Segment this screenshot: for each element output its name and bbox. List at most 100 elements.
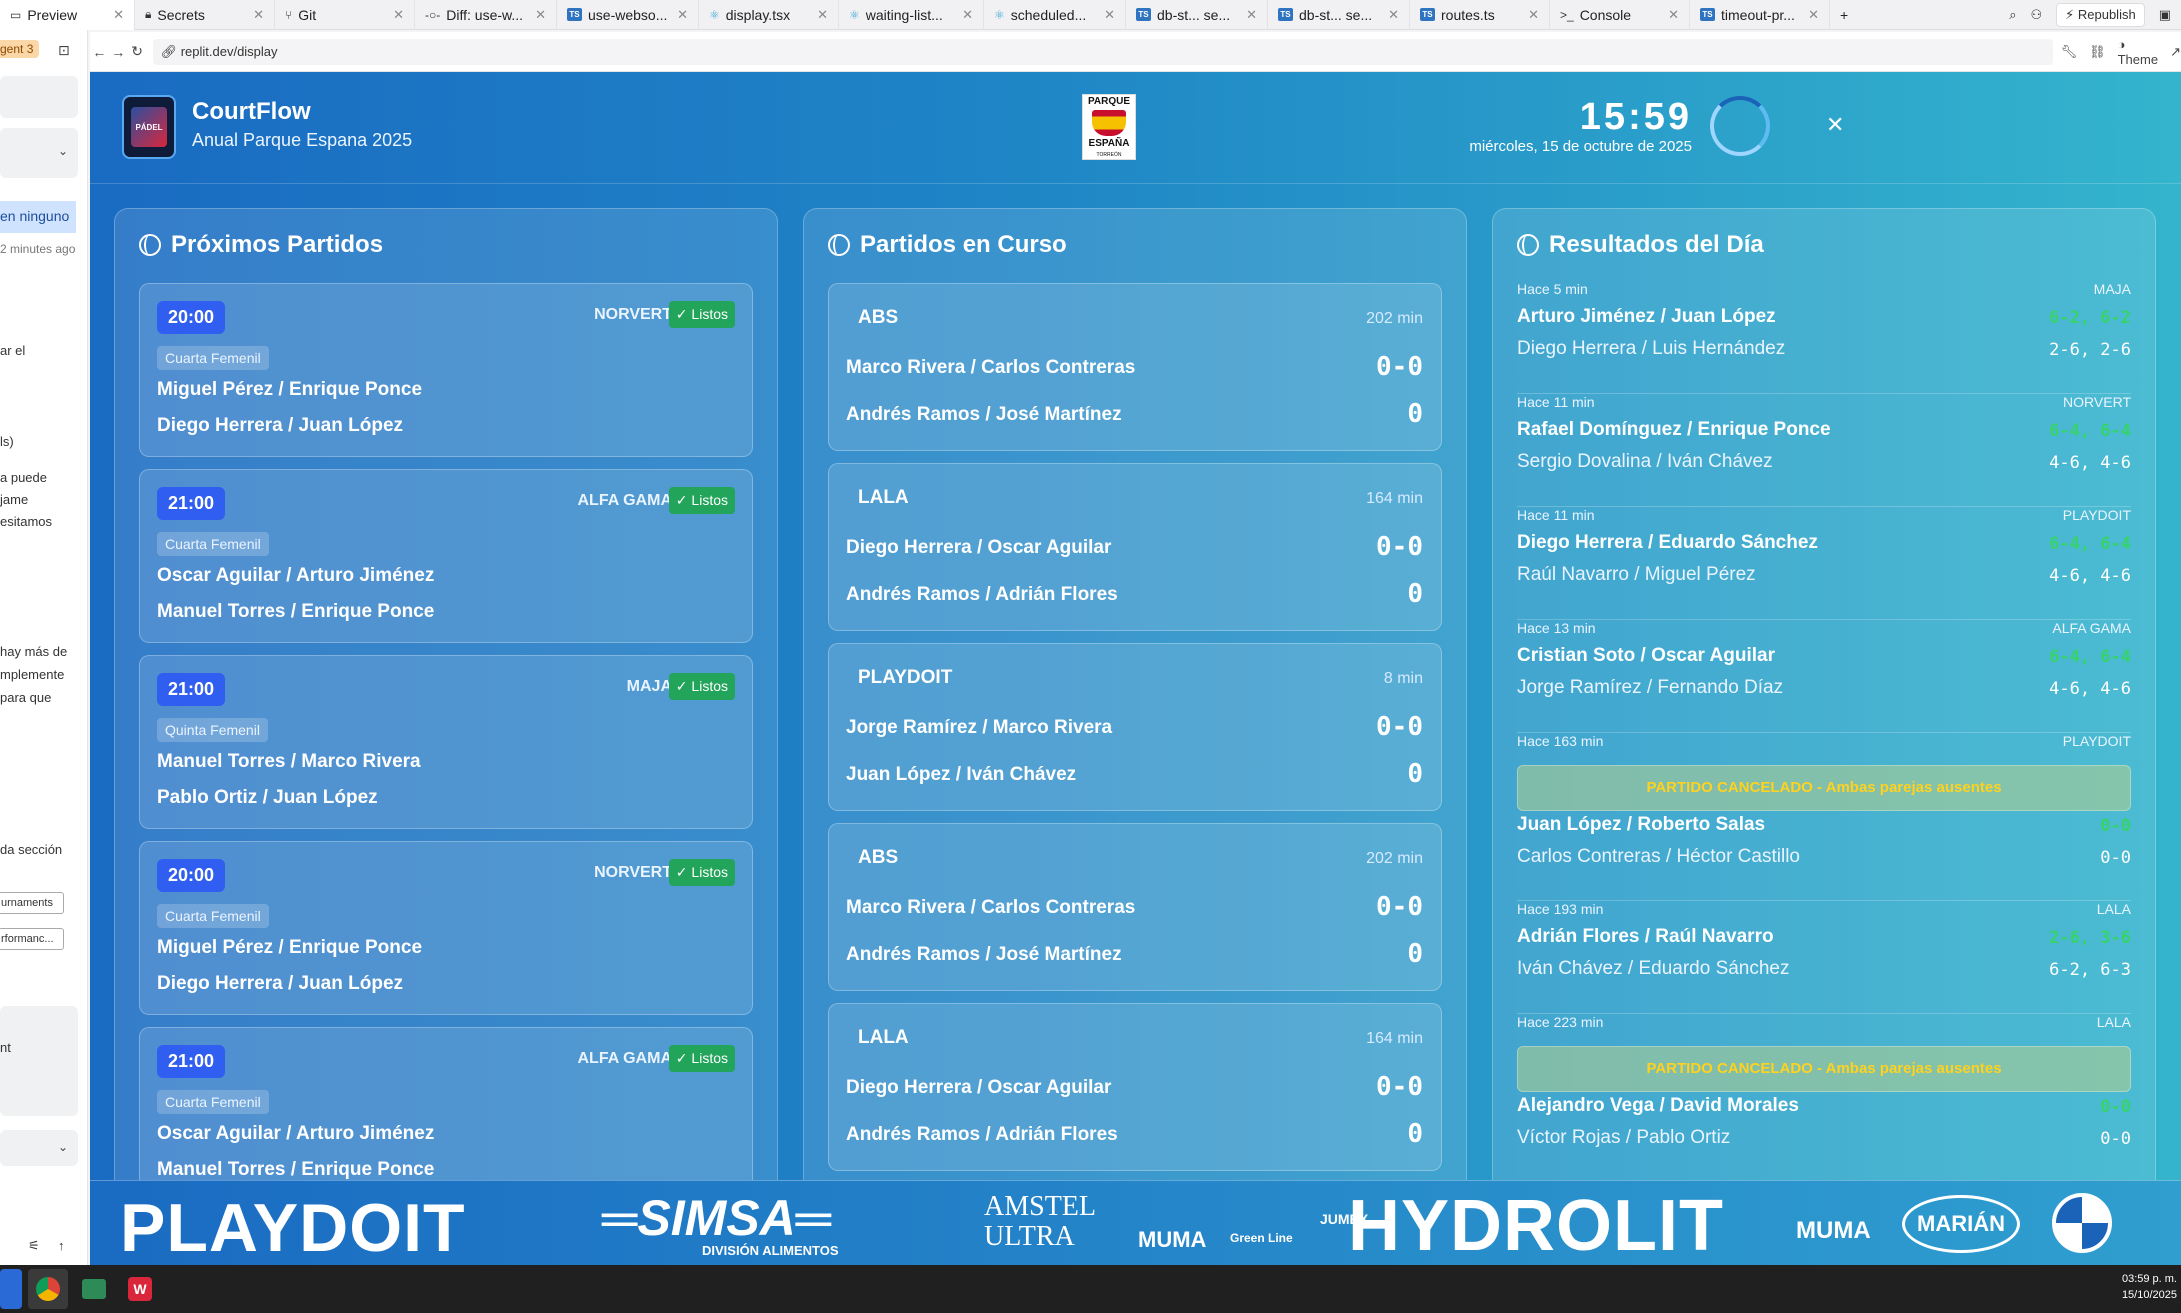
tab-scheduled[interactable]: ⚛ scheduled... ✕ xyxy=(984,0,1126,30)
tab-use-websocket[interactable]: TS use-webso... ✕ xyxy=(557,0,699,30)
new-tab-button[interactable]: + xyxy=(1830,0,1868,30)
republish-button[interactable]: ⚡ Republish xyxy=(2056,3,2145,27)
team-2-score: 0 xyxy=(1407,759,1423,789)
loser-team: Diego Herrera / Luis Hernández xyxy=(1517,338,1786,359)
chevron-down-icon[interactable]: ⌄ xyxy=(58,144,68,158)
chevron-down-icon[interactable]: ⌄ xyxy=(58,1140,68,1154)
send-arrow-icon[interactable]: ↑ xyxy=(58,1238,65,1253)
winner-team: Juan López / Roberto Salas xyxy=(1517,814,1766,835)
back-icon[interactable]: ← xyxy=(90,44,109,60)
tab-routes[interactable]: TS routes.ts ✕ xyxy=(1410,0,1550,30)
monitor-icon: ▭ xyxy=(10,7,22,22)
team-1-score: 0-0 xyxy=(1376,892,1423,922)
close-icon[interactable]: ✕ xyxy=(535,7,546,23)
app-icon[interactable] xyxy=(74,1269,114,1309)
tab-display[interactable]: ⚛ display.tsx ✕ xyxy=(699,0,839,30)
tab-diff[interactable]: -○- Diff: use-w... ✕ xyxy=(415,0,557,30)
tab-waiting-list[interactable]: ⚛ waiting-list... ✕ xyxy=(839,0,984,30)
court-name: LALA xyxy=(2096,1014,2131,1030)
panel-toggle-icon[interactable]: ▣ xyxy=(2159,7,2171,23)
link-icon[interactable]: ⛓ xyxy=(2089,44,2106,60)
close-icon[interactable]: ✕ xyxy=(1668,7,1679,23)
close-icon[interactable]: ✕ xyxy=(677,7,688,23)
category-badge: Cuarta Femenil xyxy=(157,346,269,370)
tab-console[interactable]: >_ Console ✕ xyxy=(1550,0,1690,30)
tab-db-storage-1[interactable]: TS db-st... se... ✕ xyxy=(1126,0,1268,30)
live-match-card: LALA 164 min Diego Herrera / Oscar Aguilar… xyxy=(828,1003,1442,1171)
close-icon[interactable]: ✕ xyxy=(962,7,973,23)
message-text: mplemente xyxy=(0,667,65,682)
url-input[interactable]: 🔗︎ replit.dev/display xyxy=(152,38,2053,65)
forward-icon[interactable]: → xyxy=(109,44,128,60)
winner-score: 6-4, 6-4 xyxy=(2049,647,2131,667)
result-time-ago: Hace 5 min xyxy=(1517,281,1588,297)
external-link-icon[interactable]: ↗ xyxy=(2170,44,2181,60)
address-bar: ← → ↻ 🔗︎ replit.dev/display 🔧︎ ⛓ ◑ Theme… xyxy=(90,32,2181,72)
wps-icon[interactable]: W xyxy=(120,1269,160,1309)
live-match-card: PLAYDOIT 8 min Jorge Ramírez / Marco River… xyxy=(828,643,1442,811)
close-icon[interactable]: ✕ xyxy=(113,7,124,23)
sponsor-amstel: AMSTEL xyxy=(984,1191,1096,1222)
close-icon[interactable]: ✕ xyxy=(253,7,264,23)
tab-timeout[interactable]: TS timeout-pr... ✕ xyxy=(1690,0,1830,30)
close-icon[interactable]: ✕ xyxy=(1826,112,1844,138)
court-name: ALFA GAMA xyxy=(577,492,672,509)
result-item: Hace 5 min MAJA Arturo Jiménez / Juan Lópe… xyxy=(1517,281,2131,394)
addr-actions: 🔧︎ ⛓ ◑ Theme ↗ xyxy=(2061,37,2181,67)
close-icon[interactable]: ✕ xyxy=(1246,7,1257,23)
upcoming-match-card: 20:00 NORVERT ✓ Listos Cuarta Femenil Miguel… xyxy=(139,283,753,457)
add-user-icon[interactable]: ⚇ xyxy=(2030,7,2042,23)
plus-icon: + xyxy=(1840,6,1849,23)
windows-start-icon[interactable] xyxy=(0,1269,22,1309)
chrome-icon[interactable] xyxy=(28,1269,68,1309)
court-name: ALFA GAMA xyxy=(577,1050,672,1067)
close-icon[interactable]: ✕ xyxy=(1808,7,1819,23)
result-time-ago: Hace 193 min xyxy=(1517,901,1604,917)
match-time-badge: 21:00 xyxy=(157,1045,226,1078)
close-icon[interactable]: ✕ xyxy=(1104,7,1115,23)
close-icon[interactable]: ✕ xyxy=(393,7,404,23)
diff-icon: -○- xyxy=(425,7,441,22)
sponsor-amstel-ultra: ULTRA xyxy=(984,1221,1075,1252)
loser-team: Jorge Ramírez / Fernando Díaz xyxy=(1517,677,1784,698)
react-icon: ⚛ xyxy=(709,7,720,22)
file-chip[interactable]: rformanc... xyxy=(0,928,64,950)
match-duration: 164 min xyxy=(1366,1030,1423,1047)
theme-button[interactable]: ◑ Theme xyxy=(2118,37,2158,67)
tab-preview[interactable]: ▭ Preview ✕ xyxy=(0,0,135,30)
winner-team: Rafael Domínguez / Enrique Ponce xyxy=(1517,419,1831,440)
result-item: Hace 193 min LALA Adrián Flores / Raúl Nav… xyxy=(1517,901,2131,1014)
team-2: Andrés Ramos / Adrián Flores xyxy=(846,584,1118,605)
category-badge: Quinta Femenil xyxy=(157,718,268,742)
winner-score: 0-0 xyxy=(2100,816,2131,836)
result-time-ago: Hace 163 min xyxy=(1517,733,1604,749)
match-duration: 8 min xyxy=(1383,670,1423,687)
close-icon[interactable]: ✕ xyxy=(1388,7,1399,23)
sponsor-muma: MUMA xyxy=(1138,1227,1207,1252)
close-icon[interactable]: ✕ xyxy=(1528,7,1539,23)
message-text: jame xyxy=(0,492,29,507)
tab-db-storage-2[interactable]: TS db-st... se... ✕ xyxy=(1268,0,1410,30)
cancelled-banner: PARTIDO CANCELADO - Ambas parejas ausent… xyxy=(1517,765,2131,811)
devtools-icon[interactable]: 🔧︎ xyxy=(2061,44,2078,60)
team-2-score: 0 xyxy=(1407,1119,1423,1149)
history-icon[interactable]: ⊡ xyxy=(58,42,70,59)
tab-secrets[interactable]: 🔒︎ Secrets ✕ xyxy=(135,0,275,30)
agent-badge[interactable]: gent 3 xyxy=(0,40,40,58)
tab-git[interactable]: ⑂ Git ✕ xyxy=(275,0,415,30)
react-icon: ⚛ xyxy=(994,7,1005,22)
team-2: Andrés Ramos / José Martínez xyxy=(846,944,1122,965)
message-text: nt xyxy=(0,1040,11,1055)
search-icon[interactable]: ⌕ xyxy=(2009,7,2016,23)
file-chip[interactable]: urnaments xyxy=(0,892,64,914)
display-page: PÁDEL CourtFlow Anual Parque Espana 2025… xyxy=(90,72,2181,1265)
loser-score: 4-6, 4-6 xyxy=(2049,679,2131,699)
close-icon[interactable]: ✕ xyxy=(817,7,828,23)
settings-sliders-icon[interactable]: ⚟ xyxy=(28,1238,40,1254)
panel-title: Resultados del Día xyxy=(1517,231,1764,259)
sponsor-green-line: Green Line xyxy=(1230,1231,1293,1245)
reload-icon[interactable]: ↻ xyxy=(128,43,147,60)
team-2: Diego Herrera / Juan López xyxy=(157,973,404,994)
loser-score: 6-2, 6-3 xyxy=(2049,960,2131,980)
team-2: Andrés Ramos / Adrián Flores xyxy=(846,1124,1118,1145)
